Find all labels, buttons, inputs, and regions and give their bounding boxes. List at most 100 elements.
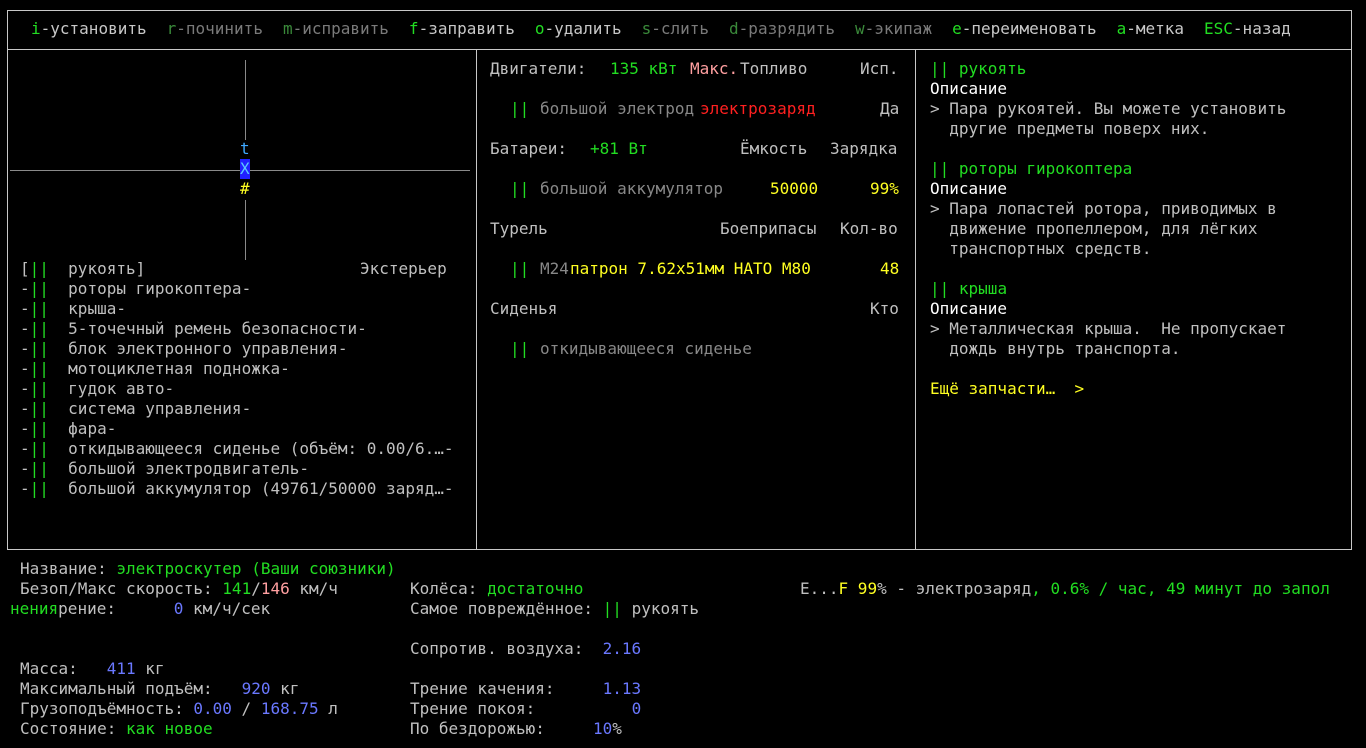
description-text: > Пара рукоятей. Вы можете установить <box>930 99 1287 118</box>
menu-hotkey: o <box>534 19 545 38</box>
static-label: Трение покоя: <box>410 699 632 718</box>
map-marker-hash: # <box>240 179 250 198</box>
cargo-sep: / <box>231 699 261 718</box>
speed-safe: 141 <box>222 579 252 598</box>
menu-label: -установить <box>40 19 147 38</box>
mass-row: Масса: 411 кг <box>20 659 165 679</box>
description-text: > Пара лопастей ротора, приводимых в <box>930 199 1277 218</box>
parts-list-item[interactable]: -|| 5-точечный ремень безопасности- <box>20 319 453 339</box>
parts-item-bracket: - <box>20 279 30 298</box>
parts-list-item[interactable]: -|| большой электродвигатель- <box>20 459 453 479</box>
menu-item-8[interactable]: e-переименовать <box>952 19 1097 38</box>
parts-item-condition: || <box>29 319 49 338</box>
vehicle-name-row: Название: электроскутер (Ваши союзники) <box>20 559 396 579</box>
air-value: 2.16 <box>602 639 642 658</box>
engine-row-bars: || <box>510 99 530 118</box>
engines-label: Двигатели: <box>490 59 587 78</box>
engines-use-header: Исп. <box>860 59 899 78</box>
fuel-gauge-empty: E... <box>800 579 839 598</box>
cargo-max: 168.75 <box>260 699 319 718</box>
accel-row: нениярение: 0 км/ч/сек <box>10 599 270 619</box>
air-label: Сопротив. воздуха: <box>410 639 603 658</box>
parts-item-name: мотоциклетная подножка- <box>68 359 290 378</box>
parts-list-item[interactable]: -|| блок электронного управления- <box>20 339 453 359</box>
damaged-label: Самое повреждённое: <box>410 599 603 618</box>
roll-row: Трение качения: 1.13 <box>410 679 641 699</box>
turret-row-count: 48 <box>880 259 900 278</box>
description-text: дождь внутрь транспорта. <box>930 339 1181 358</box>
parts-list-item[interactable]: -|| система управления- <box>20 399 453 419</box>
menu-item-0[interactable]: i-установить <box>31 19 147 38</box>
parts-item-bracket: [ <box>20 259 30 278</box>
seats-who-header: Кто <box>870 299 899 318</box>
menu-item-4[interactable]: o-удалить <box>535 19 622 38</box>
menu-item-10[interactable]: ESC-назад <box>1204 19 1291 38</box>
menu-item-2[interactable]: m-исправить <box>283 19 389 38</box>
more-parts-link[interactable]: Ещё запчасти… > <box>930 379 1084 399</box>
speed-sep: / <box>251 579 261 598</box>
cargo-label: Грузоподъёмность: <box>20 699 194 718</box>
parts-item-condition: || <box>29 299 49 318</box>
damaged-bars: || <box>602 599 622 618</box>
menu-item-1[interactable]: r-починить <box>167 19 263 38</box>
batteries-power: +81 Вт <box>590 139 648 158</box>
parts-list-item[interactable]: -|| фара- <box>20 419 453 439</box>
fuel-rate: , 0.6% / час, 49 минут до запол <box>1031 579 1330 598</box>
parts-item-condition: || <box>29 279 49 298</box>
parts-list-item[interactable]: [|| рукоять] <box>20 259 453 279</box>
description-heading: Описание <box>930 179 1008 198</box>
description-heading: Описание <box>930 299 1008 318</box>
menu-item-3[interactable]: f-заправить <box>409 19 515 38</box>
roll-value: 1.13 <box>602 679 642 698</box>
menu-label: -починить <box>176 19 263 38</box>
battery-row-bars: || <box>510 179 530 198</box>
description-block: || крыша Описание > Металлическая крыша. Н… <box>930 279 1286 359</box>
parts-list-item[interactable]: -|| гудок авто- <box>20 379 453 399</box>
menu-hotkey: e <box>952 19 962 38</box>
descriptions-panel: || рукоять Описание > Пара рукоятей. Вы мо… <box>930 59 1286 379</box>
engines-fuel-header: Топливо <box>740 59 808 78</box>
battery-row-name[interactable]: большой аккумулятор <box>540 179 723 199</box>
seat-row-name[interactable]: откидывающееся сиденье <box>540 339 752 359</box>
offroad-unit: % <box>612 719 622 738</box>
parts-list-item[interactable]: -|| откидывающееся сиденье (объём: 0.00/… <box>20 439 453 459</box>
cargo-unit: л <box>318 699 338 718</box>
menu-label: -экипаж <box>864 19 933 38</box>
mass-label: Масса: <box>20 659 107 678</box>
offroad-label: По бездорожью: <box>410 719 594 738</box>
lift-value: 920 <box>241 679 271 698</box>
damaged-value: рукоять <box>631 599 699 618</box>
parts-list-item[interactable]: -|| большой аккумулятор (49761/50000 зар… <box>20 479 453 499</box>
description-condition: || <box>930 59 950 78</box>
description-title: роторы гирокоптера <box>958 159 1133 178</box>
parts-item-bracket: - <box>20 399 30 418</box>
engine-row-name[interactable]: большой электрод <box>540 99 694 119</box>
lift-row: Максимальный подъём: 920 кг <box>20 679 299 699</box>
menu-label: -удалить <box>544 19 622 38</box>
status-value: как новое <box>125 719 213 738</box>
fuel-percent: 99 <box>848 579 878 598</box>
menu-item-7[interactable]: w-экипаж <box>855 19 932 38</box>
wheels-label: Колёса: <box>410 579 488 598</box>
parts-list-item[interactable]: -|| крыша- <box>20 299 453 319</box>
menu-hotkey: m <box>282 19 293 38</box>
menu-item-9[interactable]: a-метка <box>1117 19 1184 38</box>
parts-list-item[interactable]: -|| мотоциклетная подножка- <box>20 359 453 379</box>
menu-hotkey: r <box>166 19 177 38</box>
offroad-row: По бездорожью: 10% <box>410 719 622 739</box>
divider-left <box>476 50 477 550</box>
parts-list-item[interactable]: -|| роторы гирокоптера- <box>20 279 453 299</box>
menu-item-6[interactable]: d-разрядить <box>729 19 835 38</box>
parts-item-bracket: - <box>20 319 30 338</box>
damaged-row: Самое повреждённое: || рукоять <box>410 599 699 619</box>
accel-unit: км/ч/сек <box>183 599 271 618</box>
description-condition: || <box>930 159 950 178</box>
batteries-charge-header: Зарядка <box>830 139 898 158</box>
engine-row-active[interactable]: Да <box>880 99 899 119</box>
description-title: крыша <box>958 279 1008 298</box>
wheels-row: Колёса: достаточно <box>410 579 583 599</box>
map-cursor[interactable]: X <box>240 159 250 179</box>
turret-row-name[interactable]: M24 <box>540 259 569 279</box>
parts-item-condition: || <box>29 339 49 358</box>
menu-item-5[interactable]: s-слить <box>642 19 709 38</box>
